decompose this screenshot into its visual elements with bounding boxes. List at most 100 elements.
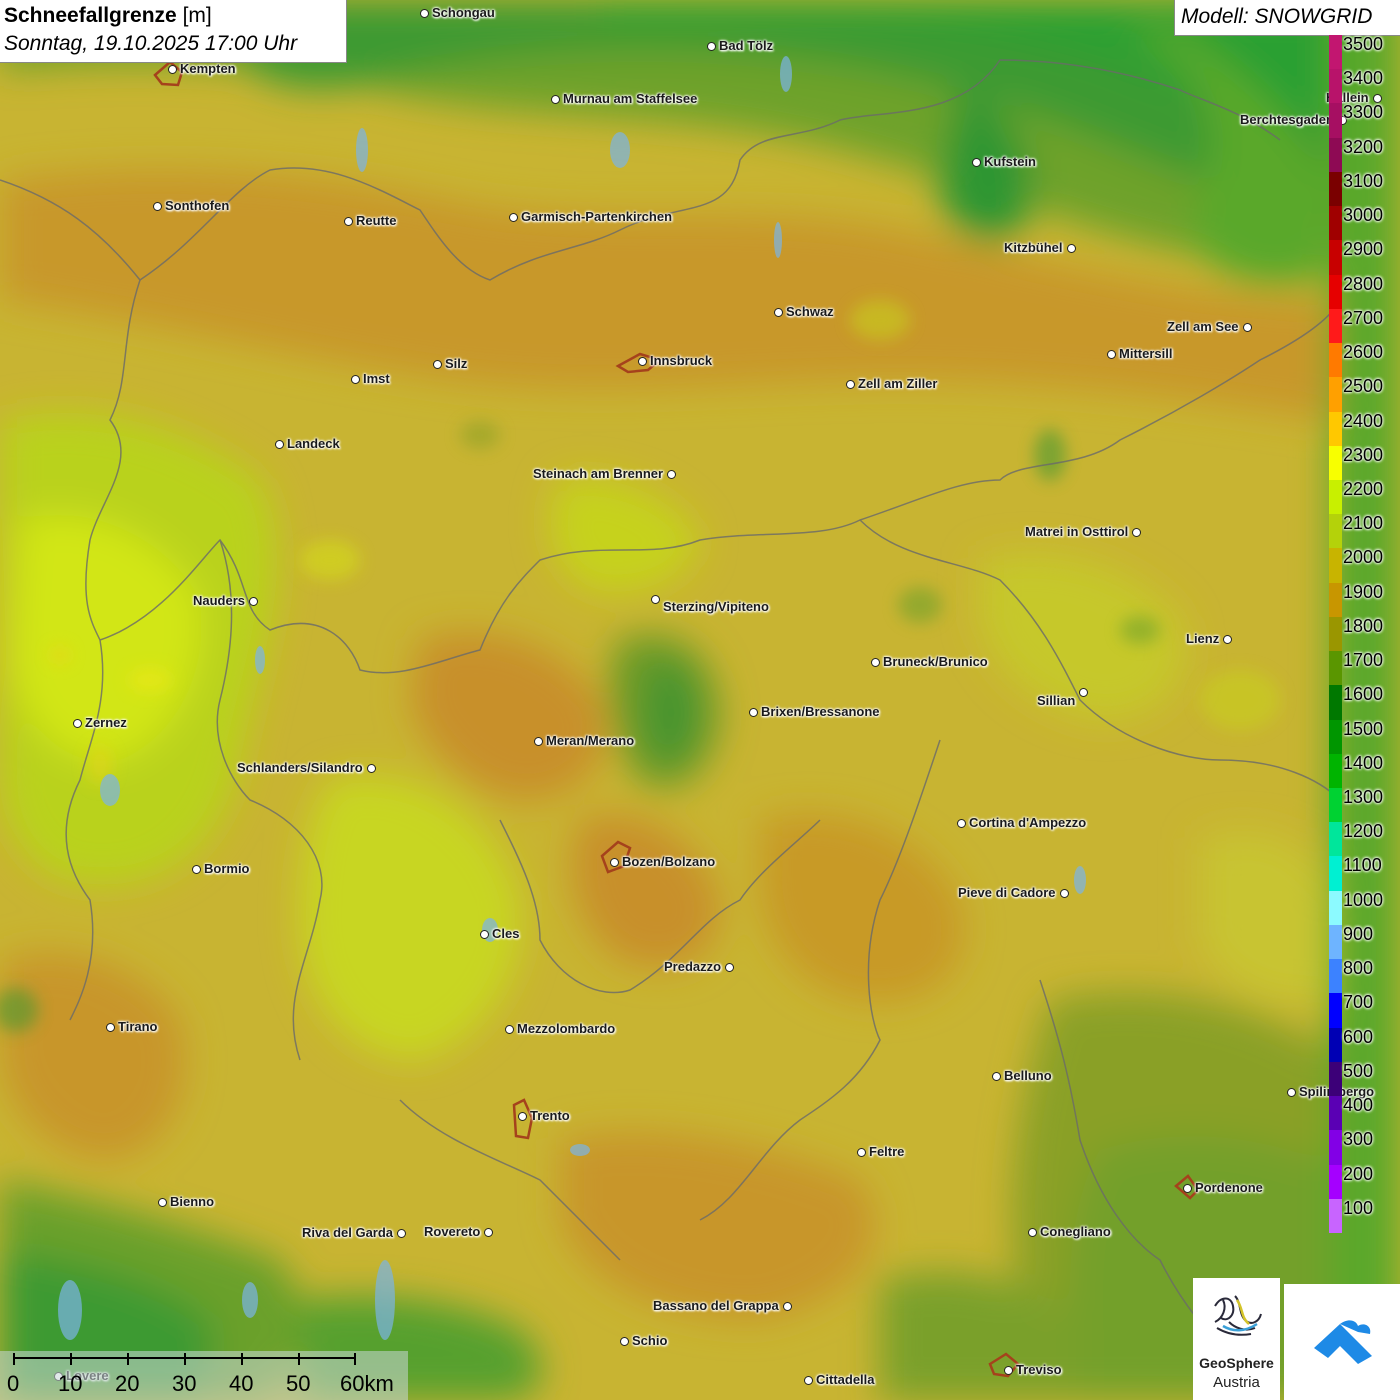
city-label: Nauders (193, 593, 246, 608)
legend-label: 2800 (1343, 273, 1384, 294)
city-marker (783, 1302, 792, 1311)
legend-swatch (1329, 240, 1342, 276)
legend-label: 1300 (1343, 787, 1384, 808)
model-box: Modell: SNOWGRID (1174, 0, 1400, 36)
geosphere-name: GeoSphere (1199, 1355, 1274, 1371)
city-marker (249, 597, 258, 606)
legend-label: 2900 (1343, 239, 1384, 260)
city-marker (518, 1112, 527, 1121)
legend-label: 2000 (1343, 547, 1384, 568)
legend-label: 500 (1343, 1060, 1374, 1081)
city-label: Predazzo (664, 959, 722, 974)
city-label: Schio (632, 1333, 668, 1348)
geosphere-logo[interactable]: GeoSphere Austria (1193, 1278, 1280, 1400)
legend-swatch (1329, 69, 1342, 104)
city-label: Kitzbühel (1004, 240, 1063, 255)
city-marker (957, 819, 966, 828)
legend-swatch (1329, 411, 1342, 447)
city-marker (1067, 244, 1076, 253)
legend-label: 1200 (1343, 821, 1384, 842)
legend-swatch (1329, 171, 1342, 207)
legend-swatch (1329, 1096, 1342, 1131)
scale-tick-label: 40 (229, 1371, 254, 1396)
city-marker (774, 308, 783, 317)
city-label: Kempten (180, 61, 236, 76)
legend-swatch (1329, 514, 1342, 549)
city-label: Bruneck/Brunico (883, 654, 988, 669)
city-marker (1243, 323, 1252, 332)
scale-tick-label: 0 (7, 1371, 20, 1396)
city-label: Pieve di Cadore (958, 885, 1056, 900)
legend-label: 3200 (1343, 136, 1384, 157)
legend-swatch (1329, 377, 1342, 412)
mountain-cloud-icon (1314, 1320, 1372, 1364)
city-label: Lienz (1186, 631, 1220, 646)
legend-label: 1100 (1343, 855, 1382, 876)
geosphere-sub: Austria (1213, 1374, 1260, 1391)
legend-label: 100 (1343, 1197, 1374, 1218)
city-marker (1183, 1184, 1192, 1193)
city-label: Sterzing/Vipiteno (663, 599, 769, 614)
city-label: Mezzolombardo (517, 1021, 616, 1036)
city-marker (1060, 889, 1069, 898)
city-label: Bassano del Grappa (653, 1298, 779, 1313)
city-marker (484, 1228, 493, 1237)
legend-label: 1000 (1343, 889, 1384, 910)
legend-label: 2600 (1343, 342, 1384, 363)
city-label: Murnau am Staffelsee (563, 91, 698, 106)
city-label: Cortina d'Ampezzo (969, 815, 1087, 830)
city-marker (749, 708, 758, 717)
city-label: Garmisch-Partenkirchen (521, 209, 673, 224)
legend-swatch (1329, 822, 1342, 857)
legend-swatch (1329, 274, 1342, 310)
city-marker (397, 1229, 406, 1238)
legend-swatch (1329, 206, 1342, 241)
legend-swatch (1329, 548, 1342, 584)
legend-swatch (1329, 308, 1342, 344)
city-marker (804, 1376, 813, 1385)
app-logo[interactable] (1284, 1284, 1400, 1400)
legend-label: 3500 (1343, 34, 1384, 54)
legend-swatch (1329, 616, 1342, 652)
city-label: Zernez (85, 715, 127, 730)
city-marker (433, 360, 442, 369)
legend-label: 200 (1343, 1163, 1374, 1184)
city-marker (1079, 688, 1088, 697)
city-marker (509, 213, 518, 222)
city-label: Conegliano (1040, 1224, 1111, 1239)
legend-label: 1800 (1343, 615, 1384, 636)
legend-label: 2200 (1343, 478, 1384, 499)
city-label: Zell am See (1167, 319, 1239, 334)
legend-swatch (1329, 1164, 1342, 1200)
legend-label: 2300 (1343, 444, 1384, 465)
legend-label: 900 (1343, 923, 1374, 944)
scale-tick-label: 50 (286, 1371, 311, 1396)
city-label: Bienno (170, 1194, 215, 1209)
city-marker (1223, 635, 1232, 644)
map-title-box: Schneefallgrenze [m] Sonntag, 19.10.2025… (0, 0, 347, 63)
city-marker (992, 1072, 1001, 1081)
city-label: Steinach am Brenner (533, 466, 664, 481)
map-title-unit: [m] (182, 4, 212, 27)
legend-swatch (1329, 856, 1342, 892)
legend-label: 2700 (1343, 307, 1384, 328)
city-marker (972, 158, 981, 167)
legend-swatch (1329, 479, 1342, 515)
city-label: Reutte (356, 213, 397, 228)
legend-label: 1400 (1343, 752, 1384, 773)
city-label: Belluno (1004, 1068, 1052, 1083)
city-label: Tirano (118, 1019, 158, 1034)
legend-swatch (1329, 103, 1342, 139)
legend-label: 3000 (1343, 205, 1384, 226)
legend-swatch (1329, 753, 1342, 789)
city-marker (158, 1198, 167, 1207)
legend-swatch (1329, 651, 1342, 686)
legend-label: 600 (1343, 1026, 1374, 1047)
city-marker (610, 858, 619, 867)
legend-swatch (1329, 343, 1342, 378)
city-marker (1107, 350, 1116, 359)
city-marker (871, 658, 880, 667)
city-label: Kufstein (984, 154, 1036, 169)
city-label: Mittersill (1119, 346, 1173, 361)
legend-swatch (1329, 959, 1342, 994)
